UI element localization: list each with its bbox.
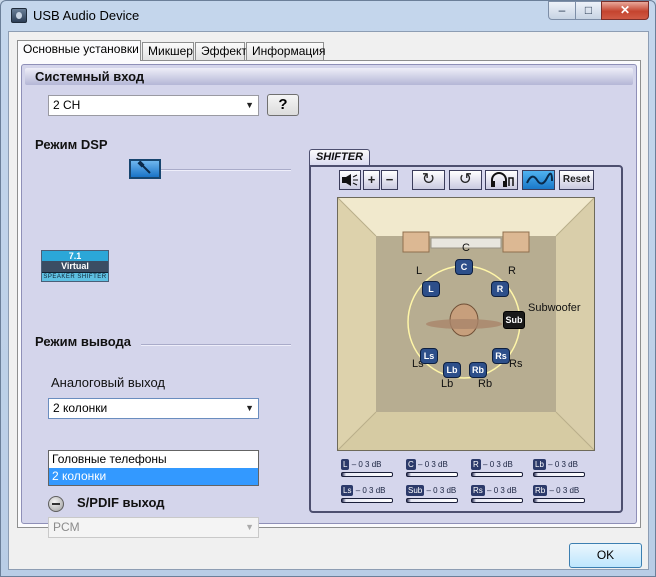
meter-r-slider[interactable] xyxy=(471,472,523,477)
close-button[interactable]: ✕ xyxy=(601,1,649,20)
shifter-tab[interactable]: SHIFTER xyxy=(309,149,370,166)
speaker-icon xyxy=(342,174,358,186)
meter-rs-tag: Rs xyxy=(471,485,485,496)
badge-version: 7.1 xyxy=(42,251,108,261)
subwoofer-marker[interactable]: Sub xyxy=(503,311,525,329)
rotate-clockwise-button[interactable]: ↻ xyxy=(412,170,445,190)
help-button[interactable]: ? xyxy=(267,94,299,116)
option-2-speakers[interactable]: 2 колонки xyxy=(49,468,258,485)
meter-lb-slider[interactable] xyxy=(533,472,585,477)
window-title: USB Audio Device xyxy=(33,8,140,23)
badge-virtual: Virtual xyxy=(42,261,108,272)
meter-rb-slider[interactable] xyxy=(533,498,585,503)
speaker-rb-marker[interactable]: Rb xyxy=(469,362,487,378)
meter-c-value: – 0 3 dB xyxy=(418,460,448,469)
speaker-l-marker[interactable]: L xyxy=(422,281,440,297)
headphone-mode-button[interactable] xyxy=(485,170,518,190)
option-headphones[interactable]: Головные телефоны xyxy=(49,451,258,468)
wave-icon xyxy=(525,172,553,185)
meter-rb-value: – 0 3 dB xyxy=(549,486,580,495)
settings-panel: Системный вход 2 CH ▼ ? Режим DSP 7.1 Vi… xyxy=(21,64,637,538)
ok-button[interactable]: OK xyxy=(569,543,642,568)
system-input-select[interactable]: 2 CH ▼ xyxy=(48,95,259,116)
meter-sub-value: – 0 3 dB xyxy=(426,486,457,495)
output-divider xyxy=(141,344,291,346)
analog-output-select[interactable]: 2 колонки ▼ xyxy=(48,398,259,419)
shifter-panel: + − ↻ ↺ Reset C L R Subwoofer Ls Rs Lb R… xyxy=(309,165,623,513)
speaker-l-label: L xyxy=(416,265,423,277)
speaker-app-icon xyxy=(11,8,27,23)
spdif-toggle-icon[interactable] xyxy=(48,496,64,512)
speaker-lb-label: Lb xyxy=(441,378,454,390)
meter-r-tag: R xyxy=(471,459,481,470)
badge-subtitle: SPEAKER SHIFTER xyxy=(42,273,108,281)
meter-ls-slider[interactable] xyxy=(341,498,393,503)
reset-button[interactable]: Reset xyxy=(559,170,594,190)
analog-output-dropdown: Головные телефоны 2 колонки xyxy=(48,450,259,486)
speaker-lb-marker[interactable]: Lb xyxy=(443,362,461,378)
meter-ls-tag: Ls xyxy=(341,485,354,496)
minimize-button[interactable]: – xyxy=(548,1,576,20)
maximize-button[interactable]: □ xyxy=(575,1,602,20)
meter-c-slider[interactable] xyxy=(406,472,458,477)
spdif-format-value: PCM xyxy=(53,520,80,534)
room-graphic xyxy=(338,198,594,450)
tab-information[interactable]: Информация xyxy=(246,42,325,60)
audio-device-window: USB Audio Device – □ ✕ Основные установк… xyxy=(0,0,656,577)
system-input-value: 2 CH xyxy=(53,98,81,112)
meter-lb-value: – 0 3 dB xyxy=(548,460,578,469)
rotate-counterclockwise-button[interactable]: ↺ xyxy=(449,170,482,190)
meter-r-value: – 0 3 dB xyxy=(483,460,513,469)
title-bar[interactable]: USB Audio Device – □ ✕ xyxy=(1,1,655,31)
system-input-label: Системный вход xyxy=(35,69,145,84)
tab-mixer[interactable]: Микшер xyxy=(142,42,194,60)
speaker-r-marker[interactable]: R xyxy=(491,281,509,297)
speaker-r-label: R xyxy=(508,265,516,277)
chevron-down-icon: ▼ xyxy=(245,522,254,532)
speaker-ls-marker[interactable]: Ls xyxy=(420,348,438,364)
spdif-output-label: S/PDIF выход xyxy=(77,495,165,510)
headphones-icon xyxy=(490,172,514,187)
virtual-7-1-badge: 7.1 Virtual SPEAKER SHIFTER xyxy=(41,250,109,282)
analog-output-label: Аналоговый выход xyxy=(51,375,165,390)
output-mode-label: Режим вывода xyxy=(35,334,132,349)
meter-rb-tag: Rb xyxy=(533,485,548,496)
meter-sub-slider[interactable] xyxy=(406,498,458,503)
meter-c-tag: C xyxy=(406,459,416,470)
zoom-in-button[interactable]: + xyxy=(363,170,380,190)
meter-l-slider[interactable] xyxy=(341,472,393,477)
meter-ls-value: – 0 3 dB xyxy=(355,486,386,495)
analog-output-value: 2 колонки xyxy=(53,401,108,415)
chevron-down-icon: ▼ xyxy=(245,403,254,413)
tab-effect[interactable]: Эффект xyxy=(195,42,247,60)
speaker-c-label: C xyxy=(462,242,470,254)
dsp-divider xyxy=(161,169,291,171)
meter-rs-slider[interactable] xyxy=(471,498,523,503)
speaker-rs-marker[interactable]: Rs xyxy=(492,348,510,364)
meter-rs-value: – 0 3 dB xyxy=(487,486,517,495)
hammer-icon xyxy=(137,160,151,174)
chevron-down-icon: ▼ xyxy=(245,100,254,110)
tab-panel: Системный вход 2 CH ▼ ? Режим DSP 7.1 Vi… xyxy=(17,60,641,538)
speaker-rs-label: Rs xyxy=(509,358,523,370)
subwoofer-label: Subwoofer xyxy=(528,302,581,314)
wave-mode-button[interactable] xyxy=(522,170,555,190)
speaker-c-marker[interactable]: C xyxy=(455,259,473,275)
client-area: Основные установки Микшер Эффект Информа… xyxy=(8,31,649,570)
speaker-mute-icon[interactable] xyxy=(339,170,361,190)
dsp-toggle-button[interactable] xyxy=(129,159,161,179)
meter-sub-tag: Sub xyxy=(406,485,425,496)
speaker-rb-label: Rb xyxy=(478,378,493,390)
spdif-format-select[interactable]: PCM ▼ xyxy=(48,517,259,538)
meter-l-tag: L xyxy=(341,459,350,470)
tab-basic-settings[interactable]: Основные установки xyxy=(17,40,141,61)
speaker-room-view[interactable]: C L R Subwoofer Ls Rs Lb Rb C L R Sub Ls… xyxy=(337,197,595,451)
zoom-out-button[interactable]: − xyxy=(381,170,398,190)
dsp-mode-label: Режим DSP xyxy=(35,137,108,152)
meter-l-value: – 0 3 dB xyxy=(351,460,382,469)
meter-lb-tag: Lb xyxy=(533,459,546,470)
